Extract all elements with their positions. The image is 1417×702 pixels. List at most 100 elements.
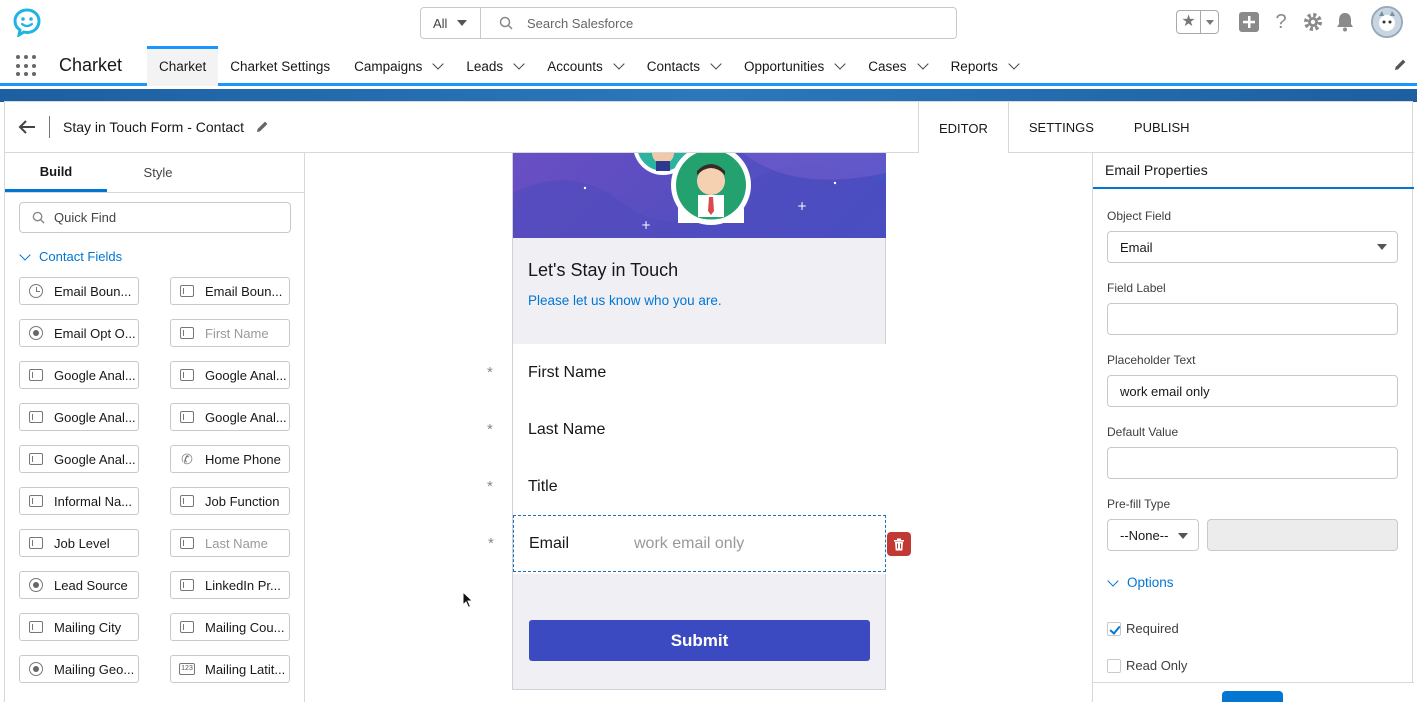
favorites-button[interactable]: ★: [1176, 10, 1219, 34]
delete-field-button[interactable]: [887, 532, 911, 556]
field-palette-item[interactable]: Email Boun...: [19, 277, 139, 305]
object-field-select[interactable]: Email: [1107, 231, 1398, 263]
required-checkbox[interactable]: [1107, 621, 1121, 636]
app-launcher-icon[interactable]: [16, 55, 38, 77]
field-palette-label: Google Anal...: [54, 367, 136, 383]
chevron-down-icon[interactable]: [916, 58, 929, 70]
field-palette-item[interactable]: Email Opt O...: [19, 319, 139, 347]
chevron-down-icon[interactable]: [613, 58, 625, 70]
app-name: Charket: [59, 55, 123, 75]
field-label-label: Field Label: [1107, 281, 1166, 295]
readonly-checkbox-row[interactable]: Read Only: [1107, 658, 1187, 673]
nav-item-label: Opportunities: [744, 58, 825, 74]
nav-item-label: Accounts: [547, 58, 603, 74]
field-palette-label: Email Boun...: [54, 283, 132, 299]
user-avatar[interactable]: [1371, 6, 1403, 38]
field-palette-item[interactable]: Mailing City: [19, 613, 139, 641]
back-arrow-icon[interactable]: [17, 117, 37, 140]
form-field-first-name[interactable]: * First Name: [487, 344, 886, 401]
field-palette-label: Mailing Geo...: [54, 661, 135, 677]
field-palette-label: Job Level: [54, 535, 110, 551]
field-palette-item[interactable]: Google Anal...: [19, 403, 139, 431]
nav-item-cases[interactable]: Cases: [856, 46, 938, 86]
header-actions: ★ ?: [1176, 6, 1403, 38]
field-palette-item[interactable]: Email Boun...: [170, 277, 290, 305]
add-icon[interactable]: [1237, 10, 1261, 34]
prefill-type-select[interactable]: --None--: [1107, 519, 1199, 551]
save-button[interactable]: [1222, 691, 1283, 702]
chevron-down-icon[interactable]: [834, 58, 846, 70]
form-field-label: Last Name: [528, 420, 606, 438]
form-field-label: Email: [529, 534, 570, 552]
tab-editor[interactable]: EDITOR: [918, 102, 1009, 154]
search-input[interactable]: Search Salesforce: [481, 8, 956, 38]
nav-item-label: Leads: [466, 58, 504, 74]
field-palette-item[interactable]: ✆ Home Phone: [170, 445, 290, 473]
chevron-down-icon[interactable]: [1008, 58, 1020, 70]
chevron-down-icon[interactable]: [432, 58, 445, 70]
field-palette-item[interactable]: Job Level: [19, 529, 139, 557]
chevron-down-icon[interactable]: [513, 58, 525, 70]
nav-item-label: Charket: [159, 58, 207, 74]
chevron-down-icon: [1107, 574, 1119, 587]
search-scope-select[interactable]: All: [421, 8, 481, 38]
chevron-down-icon[interactable]: [710, 58, 722, 70]
field-palette-label: LinkedIn Pr...: [205, 577, 281, 593]
field-palette-item[interactable]: Informal Na...: [19, 487, 139, 515]
tab-style[interactable]: Style: [107, 153, 209, 192]
form-heading: Let's Stay in Touch: [528, 260, 679, 280]
field-label-input[interactable]: [1107, 303, 1398, 335]
default-value-input[interactable]: [1107, 447, 1398, 479]
nav-item-leads[interactable]: Leads: [454, 46, 535, 86]
pencil-icon[interactable]: [1393, 58, 1407, 75]
form-field-title[interactable]: * Title: [487, 458, 886, 515]
nav-item-accounts[interactable]: Accounts: [535, 46, 635, 86]
field-palette-item[interactable]: LinkedIn Pr...: [170, 571, 290, 599]
chevron-down-icon: [1377, 244, 1387, 250]
field-palette-label: Mailing City: [54, 619, 122, 635]
required-checkbox-row[interactable]: Required: [1107, 621, 1179, 636]
submit-button[interactable]: Submit: [529, 620, 870, 661]
chevron-down-icon: [19, 248, 31, 261]
bell-icon[interactable]: [1333, 10, 1357, 34]
nav-item-campaigns[interactable]: Campaigns: [342, 46, 454, 86]
field-palette-label: First Name: [205, 325, 269, 341]
field-palette-item[interactable]: Mailing Cou...: [170, 613, 290, 641]
edit-title-pencil-icon[interactable]: [255, 120, 269, 137]
help-icon[interactable]: ?: [1269, 10, 1293, 34]
nav-item-contacts[interactable]: Contacts: [635, 46, 732, 86]
tab-build[interactable]: Build: [5, 153, 107, 192]
text-field-icon: [28, 535, 44, 551]
readonly-checkbox[interactable]: [1107, 658, 1121, 673]
radio-icon: [28, 577, 44, 593]
global-search: All Search Salesforce: [420, 7, 957, 39]
nav-item-charket[interactable]: Charket: [147, 46, 219, 86]
prefill-source-input: [1207, 519, 1398, 551]
form-field-last-name[interactable]: * Last Name: [487, 401, 886, 458]
field-palette-item[interactable]: Google Anal...: [170, 403, 290, 431]
nav-item-reports[interactable]: Reports: [939, 46, 1030, 86]
options-section-toggle[interactable]: Options: [1107, 574, 1174, 590]
field-palette-label: Google Anal...: [205, 409, 287, 425]
field-palette-item[interactable]: Google Anal...: [19, 361, 139, 389]
field-palette-label: Mailing Cou...: [205, 619, 285, 635]
gear-icon[interactable]: [1301, 10, 1325, 34]
nav-item-opportunities[interactable]: Opportunities: [732, 46, 856, 86]
field-palette-item[interactable]: Google Anal...: [170, 361, 290, 389]
placeholder-text-input[interactable]: work email only: [1107, 375, 1398, 407]
charket-logo-icon[interactable]: [12, 7, 42, 39]
field-palette-item[interactable]: Mailing Geo...: [19, 655, 139, 683]
nav-item-charket-settings[interactable]: Charket Settings: [218, 46, 342, 86]
field-palette-item[interactable]: 123 Mailing Latit...: [170, 655, 290, 683]
contact-fields-section-toggle[interactable]: Contact Fields: [19, 248, 122, 264]
svg-text:+: +: [797, 199, 807, 213]
tab-publish[interactable]: PUBLISH: [1114, 102, 1210, 153]
left-panel: Build Style Quick Find Contact Fields Ema…: [5, 153, 305, 702]
tab-settings[interactable]: SETTINGS: [1009, 102, 1114, 153]
field-palette-item[interactable]: Google Anal...: [19, 445, 139, 473]
field-palette-item[interactable]: Job Function: [170, 487, 290, 515]
search-placeholder: Search Salesforce: [527, 15, 634, 31]
form-field-email[interactable]: * Email work email only: [488, 515, 911, 572]
quick-find-input[interactable]: Quick Find: [19, 202, 291, 233]
field-palette-item[interactable]: Lead Source: [19, 571, 139, 599]
